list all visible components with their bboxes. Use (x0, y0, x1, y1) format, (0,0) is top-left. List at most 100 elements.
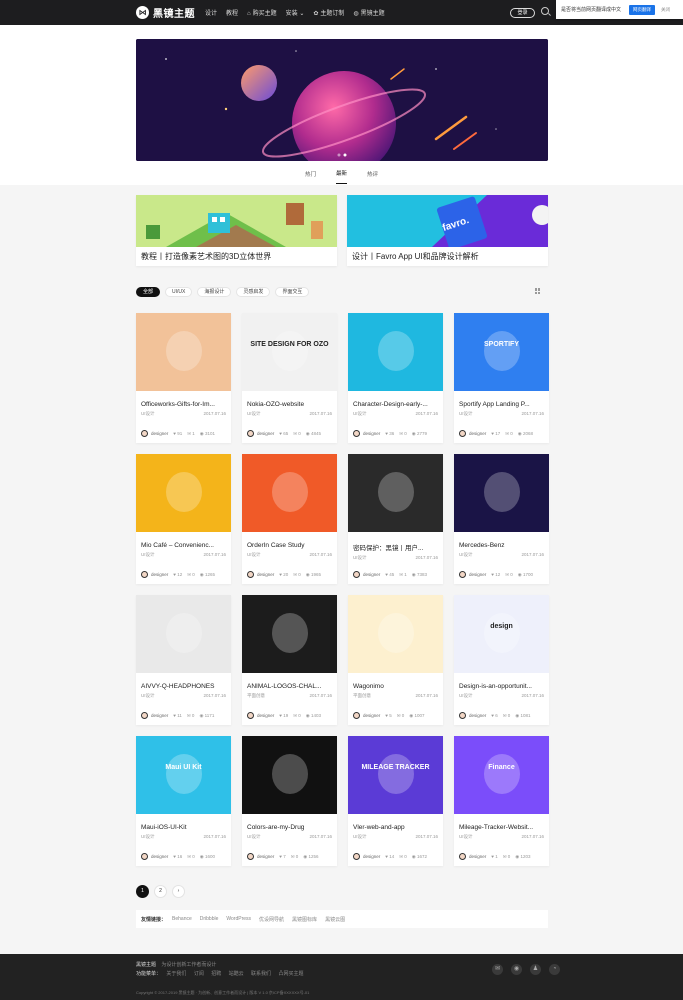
tab-hot-comments[interactable]: 热评 (367, 164, 378, 184)
friend-link[interactable]: Dribbble (200, 916, 219, 922)
tab-hot[interactable]: 热门 (305, 164, 316, 184)
post-card[interactable]: Officeworks-Gifts-for-Im... UI设计 2017.07… (136, 313, 231, 443)
post-card[interactable]: Finance Mileage-Tracker-Websit... UI设计 2… (454, 736, 549, 866)
post-card[interactable]: Colors-are-my-Drug UI设计 2017.07.16 desig… (242, 736, 337, 866)
post-card[interactable]: ANIMAL-LOGOS-CHAL... 平面创意 2017.07.16 des… (242, 595, 337, 725)
post-category[interactable]: UI设计 (459, 411, 473, 417)
avatar[interactable] (459, 853, 466, 860)
filter-inspiration[interactable]: 灵感启发 (236, 287, 271, 297)
post-category[interactable]: UI设计 (141, 693, 155, 699)
post-title[interactable]: Mileage-Tracker-Websit... (459, 824, 544, 831)
nav-item-design[interactable]: 设计 (205, 8, 217, 17)
post-title[interactable]: Wagonimo (353, 683, 438, 690)
post-category[interactable]: UI设计 (141, 834, 155, 840)
post-category[interactable]: UI设计 (247, 834, 261, 840)
post-category[interactable]: 平面创意 (353, 693, 371, 699)
filter-uiux[interactable]: UI/UX (165, 287, 193, 297)
post-title[interactable]: AIVVY-Q-HEADPHONES (141, 683, 226, 690)
avatar[interactable] (353, 430, 360, 437)
nav-item-custom-theme[interactable]: ✿ 主题订制 (313, 8, 344, 17)
post-title[interactable]: OrderIn Case Study (247, 542, 332, 549)
grid-view-icon[interactable] (535, 288, 541, 294)
author-name[interactable]: designer (363, 572, 380, 577)
author-name[interactable]: designer (363, 854, 380, 859)
search-icon[interactable] (541, 7, 549, 15)
post-title[interactable]: Sportify App Landing P... (459, 401, 544, 408)
avatar[interactable] (247, 853, 254, 860)
featured-card[interactable]: favro. 设计丨Favro App UI和品牌设计解析 (347, 195, 548, 266)
tab-latest[interactable]: 最新 (335, 163, 347, 184)
friend-link[interactable]: 黑镜云图 (325, 916, 345, 923)
translate-close-button[interactable]: 关闭 (661, 7, 670, 13)
avatar[interactable] (459, 430, 466, 437)
post-card[interactable]: OrderIn Case Study UI设计 2017.07.16 desig… (242, 454, 337, 584)
next-page-button[interactable]: › (172, 885, 185, 898)
avatar[interactable] (247, 571, 254, 578)
footer-link[interactable]: 联系我们 (251, 971, 271, 977)
post-title[interactable]: Nokia-OZO-website (247, 401, 332, 408)
nav-item-heijing-theme[interactable]: ◍ 黑镜主题 (353, 8, 384, 17)
post-category[interactable]: UI设计 (459, 834, 473, 840)
avatar[interactable] (459, 571, 466, 578)
post-title[interactable]: Maui-iOS-UI-Kit (141, 824, 226, 831)
post-title[interactable]: ANIMAL-LOGOS-CHAL... (247, 683, 332, 690)
author-name[interactable]: designer (151, 431, 168, 436)
post-title[interactable]: Design-is-an-opportunit... (459, 683, 544, 690)
avatar[interactable] (141, 712, 148, 719)
author-name[interactable]: designer (469, 713, 486, 718)
author-name[interactable]: designer (257, 431, 274, 436)
post-title[interactable]: Mercedes-Benz (459, 542, 544, 549)
footer-link[interactable]: 站酷云 (229, 971, 244, 977)
post-card[interactable]: 密码保护：黑镜丨用户... UI设计 2017.07.16 designer ♥… (348, 454, 443, 584)
footer-link[interactable]: 订阅 (194, 971, 204, 977)
post-title[interactable]: Vler-web-and-app (353, 824, 438, 831)
site-logo[interactable]: ⋈ 黑镜主题 (136, 5, 195, 20)
qq-icon[interactable]: ♟ (530, 964, 541, 975)
author-name[interactable]: designer (151, 713, 168, 718)
post-title[interactable]: 密码保护：黑镜丨用户... (353, 542, 438, 552)
friend-link[interactable]: Behance (172, 916, 192, 922)
post-category[interactable]: UI设计 (459, 693, 473, 699)
author-name[interactable]: designer (257, 854, 274, 859)
post-card[interactable]: AIVVY-Q-HEADPHONES UI设计 2017.07.16 desig… (136, 595, 231, 725)
avatar[interactable] (141, 430, 148, 437)
post-category[interactable]: UI设计 (353, 555, 367, 561)
post-card[interactable]: Wagonimo 平面创意 2017.07.16 designer ♥ 5 ✉ … (348, 595, 443, 725)
avatar[interactable] (353, 853, 360, 860)
wechat-icon[interactable]: ✉ (492, 964, 503, 975)
post-category[interactable]: UI设计 (353, 411, 367, 417)
hero-banner[interactable] (136, 39, 548, 161)
weibo-icon[interactable]: ◉ (511, 964, 522, 975)
friend-link[interactable]: WordPress (226, 916, 251, 922)
post-card[interactable]: design Design-is-an-opportunit... UI设计 2… (454, 595, 549, 725)
filter-interaction[interactable]: 界面交互 (275, 287, 310, 297)
avatar[interactable] (459, 712, 466, 719)
friend-link[interactable]: 优设网导航 (259, 916, 284, 923)
footer-link[interactable]: 招聘 (211, 971, 221, 977)
footer-link[interactable]: 凸网买主题 (278, 971, 303, 977)
author-name[interactable]: designer (257, 713, 274, 718)
post-category[interactable]: UI设计 (141, 411, 155, 417)
post-category[interactable]: UI设计 (247, 411, 261, 417)
avatar[interactable] (141, 571, 148, 578)
avatar[interactable] (247, 712, 254, 719)
avatar[interactable] (353, 571, 360, 578)
filter-poster[interactable]: 海报设计 (197, 287, 232, 297)
rss-icon[interactable]: ◔ (549, 964, 560, 975)
featured-card[interactable]: 教程丨打造像素艺术图的3D立体世界 (136, 195, 337, 266)
post-category[interactable]: UI设计 (247, 552, 261, 558)
post-card[interactable]: Mio Café – Convenienc... UI设计 2017.07.16… (136, 454, 231, 584)
post-card[interactable]: Character-Design-early-... UI设计 2017.07.… (348, 313, 443, 443)
author-name[interactable]: designer (257, 572, 274, 577)
translate-button[interactable]: 网页翻译 (629, 4, 656, 15)
post-title[interactable]: Mio Café – Convenienc... (141, 542, 226, 549)
author-name[interactable]: designer (469, 572, 486, 577)
post-card[interactable]: Mercedes-Benz UI设计 2017.07.16 designer ♥… (454, 454, 549, 584)
avatar[interactable] (353, 712, 360, 719)
avatar[interactable] (247, 430, 254, 437)
post-card[interactable]: MILEAGE TRACKER Vler-web-and-app UI设计 20… (348, 736, 443, 866)
author-name[interactable]: designer (469, 431, 486, 436)
post-category[interactable]: UI设计 (353, 834, 367, 840)
avatar[interactable] (141, 853, 148, 860)
post-title[interactable]: Colors-are-my-Drug (247, 824, 332, 831)
